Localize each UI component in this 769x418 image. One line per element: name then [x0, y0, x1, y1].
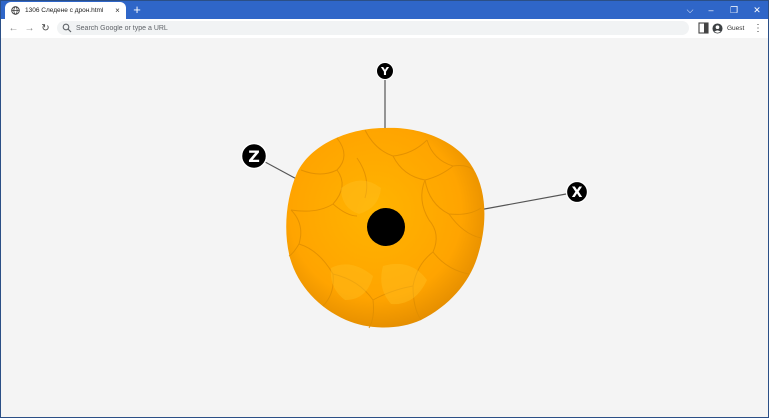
- back-button[interactable]: ←: [6, 21, 21, 36]
- tab-close-icon[interactable]: ×: [113, 6, 122, 15]
- avatar-icon: [712, 23, 723, 34]
- omnibox[interactable]: [57, 21, 689, 35]
- forward-button[interactable]: →: [22, 21, 37, 36]
- side-panel-icon[interactable]: [698, 22, 709, 34]
- restore-button[interactable]: ❐: [724, 1, 744, 19]
- axis-x-marker[interactable]: X: [565, 180, 589, 204]
- new-tab-button[interactable]: +: [131, 3, 143, 17]
- reload-button[interactable]: ↻: [38, 21, 53, 36]
- scene-canvas[interactable]: Y Z X: [1, 38, 768, 417]
- close-window-button[interactable]: ✕: [747, 1, 767, 19]
- address-input[interactable]: [76, 24, 656, 32]
- page-content: Y Z X: [1, 38, 768, 417]
- minimize-button[interactable]: –: [701, 1, 721, 19]
- toolbar: ← → ↻ Guest ⋮: [1, 19, 768, 39]
- axis-x-label: X: [572, 185, 583, 201]
- globe-icon: [11, 6, 20, 15]
- drone-center-marker: [367, 208, 405, 246]
- profile-label: Guest: [727, 25, 745, 32]
- browser-window: 1306 Следене с дрон.html × + ⌵ – ❐ ✕ ← →…: [0, 0, 769, 418]
- axis-z-label: Z: [248, 147, 260, 166]
- tab-title: 1306 Следене с дрон.html: [25, 7, 104, 14]
- axis-y-marker[interactable]: Y: [376, 62, 394, 80]
- drone-sphere: [286, 127, 485, 329]
- axis-z-marker[interactable]: Z: [240, 142, 268, 170]
- tab-search-icon[interactable]: ⌵: [680, 1, 700, 19]
- title-bar: 1306 Следене с дрон.html × + ⌵ – ❐ ✕: [1, 1, 768, 19]
- profile-button[interactable]: Guest: [712, 21, 744, 36]
- menu-button[interactable]: ⋮: [753, 21, 763, 36]
- x-axis-line: [478, 191, 578, 211]
- axis-y-label: Y: [380, 65, 390, 78]
- search-icon: [62, 23, 72, 33]
- tab-active[interactable]: 1306 Следене с дрон.html ×: [5, 2, 126, 19]
